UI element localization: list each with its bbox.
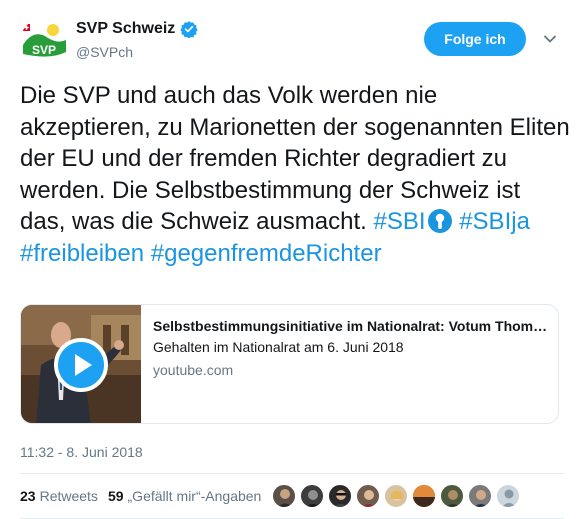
liker-avatars <box>272 484 524 508</box>
retweets-stat[interactable]: 23 Retweets <box>20 488 98 504</box>
liker-avatar[interactable] <box>300 484 324 508</box>
link-card[interactable]: Selbstbestimmungsinitiative im Nationalr… <box>20 304 559 424</box>
following-button[interactable]: Folge ich <box>424 22 526 56</box>
hashtag-sblja[interactable]: #SBIja <box>459 208 530 235</box>
play-video-icon[interactable] <box>54 338 108 392</box>
liker-avatar[interactable] <box>328 484 352 508</box>
divider <box>20 473 564 474</box>
hashtag-gegenfremderichter[interactable]: #gegenfremdeRichter <box>151 240 382 267</box>
hashtag-freibleiben[interactable]: #freibleiben <box>20 240 144 267</box>
liker-avatar[interactable] <box>412 484 436 508</box>
hashtag-sbi[interactable]: #SBI <box>374 208 426 235</box>
chevron-down-icon[interactable] <box>542 31 558 47</box>
account-handle[interactable]: @SVPch <box>76 44 133 60</box>
retweets-label: Retweets <box>39 488 98 504</box>
likes-count: 59 <box>107 488 124 504</box>
liker-avatar[interactable] <box>440 484 464 508</box>
svg-text:SVP: SVP <box>32 43 56 57</box>
account-name[interactable]: SVP Schweiz <box>76 20 175 38</box>
retweets-count: 23 <box>20 488 36 504</box>
account-avatar[interactable]: SVP <box>20 18 68 66</box>
tweet-text: Die SVP und auch das Volk werden nie akz… <box>20 80 570 269</box>
link-card-domain: youtube.com <box>153 362 234 378</box>
tweet-timestamp[interactable]: 11:32 - 8. Juni 2018 <box>20 444 143 460</box>
link-card-title[interactable]: Selbstbestimmungsinitiative im Nationalr… <box>153 318 549 334</box>
liker-avatar[interactable] <box>272 484 296 508</box>
sbi-hashflag-icon <box>427 209 452 233</box>
video-thumbnail[interactable] <box>21 305 141 423</box>
likes-label: „Gefällt mir“-Angaben <box>127 488 262 504</box>
liker-avatar[interactable] <box>468 484 492 508</box>
link-card-description: Gehalten im Nationalrat am 6. Juni 2018 <box>153 339 404 355</box>
liker-avatar[interactable] <box>356 484 380 508</box>
verified-badge-icon <box>180 21 199 38</box>
liker-avatar[interactable] <box>496 484 520 508</box>
svp-logo: SVP <box>20 18 68 66</box>
engagement-stats: 23 Retweets 59 „Gefällt mir“-Angaben <box>20 484 271 508</box>
likes-stat[interactable]: 59 „Gefällt mir“-Angaben <box>108 488 261 504</box>
link-card-body: Selbstbestimmungsinitiative im Nationalr… <box>153 318 549 378</box>
liker-avatar[interactable] <box>384 484 408 508</box>
tweet-header: SVP SVP Schweiz @SVPch Folge ich <box>0 0 582 72</box>
name-row: SVP Schweiz <box>76 20 199 38</box>
